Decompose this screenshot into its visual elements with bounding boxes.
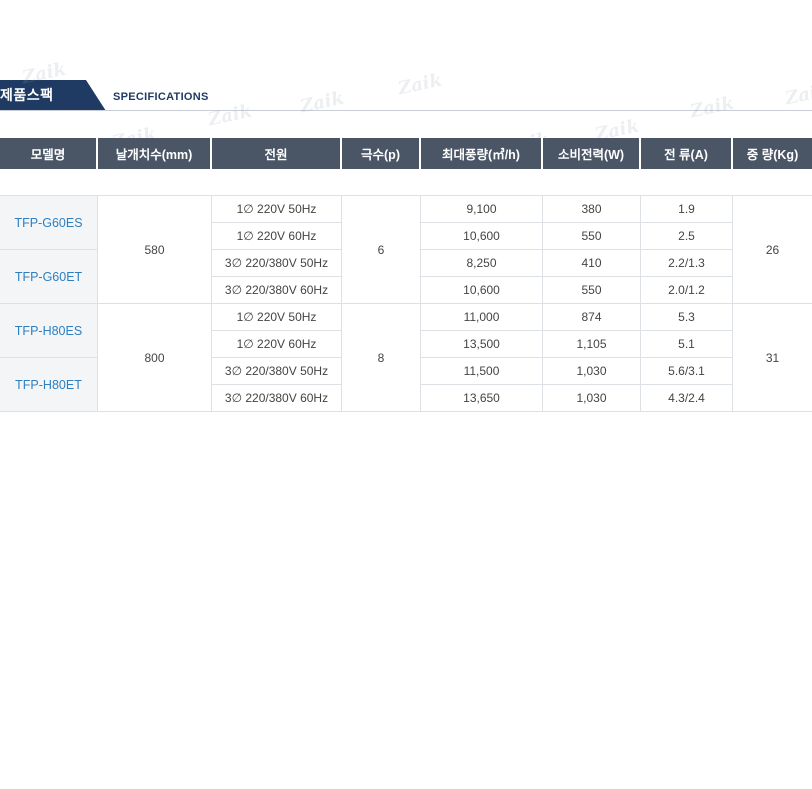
max-airflow: 11,500	[421, 358, 543, 385]
power-spec: 3∅ 220/380V 60Hz	[212, 277, 342, 304]
table-header-row: 모델명 날개치수(mm) 전원 극수(p) 최대풍량(㎥/h) 소비전력(W) …	[0, 138, 812, 169]
power-spec: 3∅ 220/380V 50Hz	[212, 358, 342, 385]
column-header: 최대풍량(㎥/h)	[421, 138, 543, 169]
watermark: Zaik	[783, 79, 812, 110]
power-consumption: 550	[543, 223, 641, 250]
spec-table: 모델명 날개치수(mm) 전원 극수(p) 최대풍량(㎥/h) 소비전력(W) …	[0, 138, 812, 412]
column-header: 중 량(Kg)	[733, 138, 812, 169]
model-name: TFP-G60ET	[0, 250, 98, 304]
current: 2.0/1.2	[641, 277, 733, 304]
max-airflow: 11,000	[421, 304, 543, 331]
max-airflow: 13,500	[421, 331, 543, 358]
max-airflow: 9,100	[421, 196, 543, 223]
weight: 26	[733, 196, 812, 304]
table-row: TFP-G60ES 580 1∅ 220V 50Hz 6 9,100 380 1…	[0, 196, 812, 304]
model-name: TFP-H80ET	[0, 358, 98, 412]
max-airflow: 13,650	[421, 385, 543, 412]
current: 1.9	[641, 196, 733, 223]
watermark: Zaik	[206, 100, 254, 131]
section-title-ko: 제품스팩	[0, 87, 54, 103]
column-header: 소비전력(W)	[543, 138, 641, 169]
model-name: TFP-G60ES	[0, 196, 98, 250]
section-title-en: SPECIFICATIONS	[113, 91, 209, 103]
current: 5.6/3.1	[641, 358, 733, 385]
max-airflow: 10,600	[421, 223, 543, 250]
max-airflow: 10,600	[421, 277, 543, 304]
column-header: 모델명	[0, 138, 98, 169]
power-spec: 1∅ 220V 50Hz	[212, 196, 342, 223]
power-consumption: 410	[543, 250, 641, 277]
column-header: 전 류(A)	[641, 138, 733, 169]
column-header: 극수(p)	[342, 138, 421, 169]
model-name: TFP-H80ES	[0, 304, 98, 358]
power-consumption: 550	[543, 277, 641, 304]
watermark: Zaik	[688, 92, 736, 123]
current: 2.5	[641, 223, 733, 250]
blade-size: 580	[98, 196, 212, 304]
current: 5.1	[641, 331, 733, 358]
column-header: 전원	[212, 138, 342, 169]
pole-count: 8	[342, 304, 421, 412]
current: 5.3	[641, 304, 733, 331]
power-consumption: 1,030	[543, 385, 641, 412]
table-row: TFP-H80ES 800 1∅ 220V 50Hz 8 11,000 874 …	[0, 304, 812, 412]
column-header: 날개치수(mm)	[98, 138, 212, 169]
watermark: Zaik	[298, 87, 346, 118]
blade-size: 800	[98, 304, 212, 412]
power-consumption: 380	[543, 196, 641, 223]
power-spec: 3∅ 220/380V 50Hz	[212, 250, 342, 277]
current: 2.2/1.3	[641, 250, 733, 277]
power-spec: 1∅ 220V 60Hz	[212, 331, 342, 358]
weight: 31	[733, 304, 812, 412]
pole-count: 6	[342, 196, 421, 304]
watermark: Zaik	[396, 69, 444, 100]
power-spec: 1∅ 220V 60Hz	[212, 223, 342, 250]
max-airflow: 8,250	[421, 250, 543, 277]
power-spec: 1∅ 220V 50Hz	[212, 304, 342, 331]
power-consumption: 1,105	[543, 331, 641, 358]
power-consumption: 874	[543, 304, 641, 331]
header-divider	[0, 110, 812, 111]
power-consumption: 1,030	[543, 358, 641, 385]
current: 4.3/2.4	[641, 385, 733, 412]
power-spec: 3∅ 220/380V 60Hz	[212, 385, 342, 412]
